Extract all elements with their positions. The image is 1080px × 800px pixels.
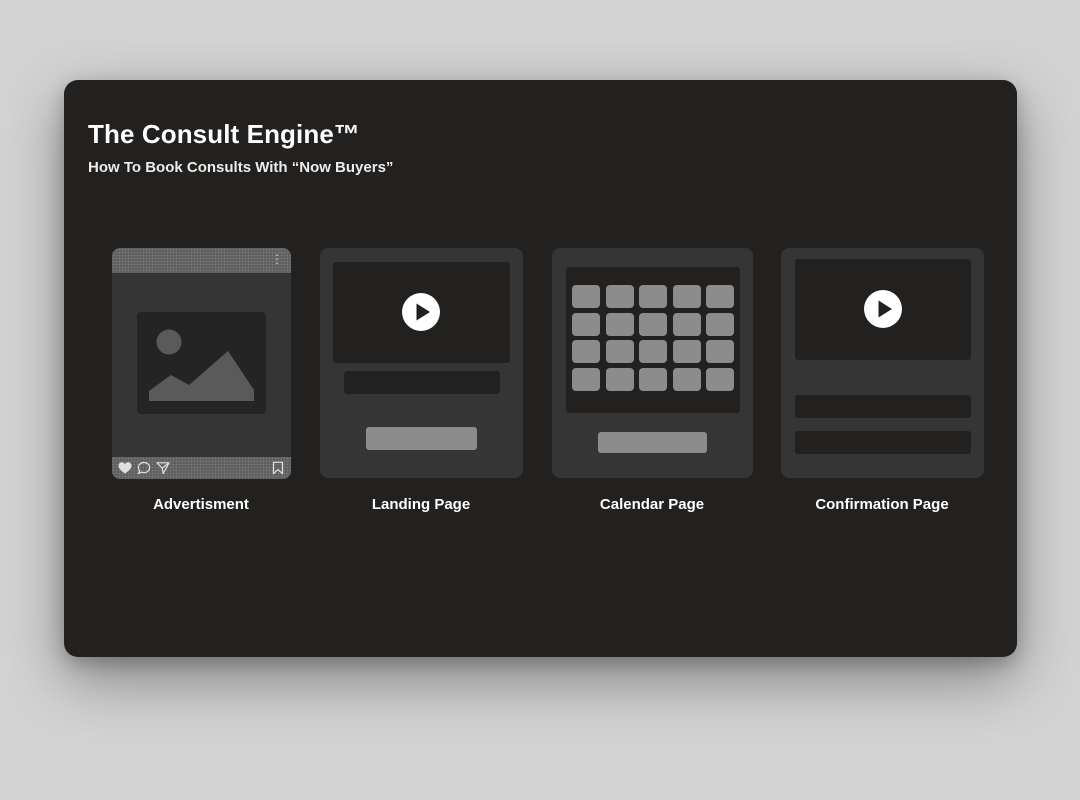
- image-placeholder-graphic: [149, 329, 254, 401]
- calendar-day: [672, 285, 701, 308]
- text-line-placeholder: [795, 431, 971, 454]
- calendar-day: [672, 340, 701, 363]
- calendar-day: [605, 340, 634, 363]
- calendar-day: [706, 367, 734, 391]
- page-subtitle: How To Book Consults With “Now Buyers”: [88, 159, 394, 176]
- engine-card: The Consult Engine™ How To Book Consults…: [64, 80, 1017, 657]
- comment-icon: [137, 461, 151, 475]
- cta-button-placeholder: [366, 427, 477, 450]
- calendar-day: [572, 312, 600, 336]
- step-label-advertisment: Advertisment: [153, 496, 249, 513]
- post-actions-bar: [112, 457, 291, 479]
- play-icon: [864, 290, 902, 328]
- post-header-bar: ⋮: [112, 248, 291, 273]
- calendar-day: [605, 312, 634, 336]
- more-options-icon: ⋮: [271, 252, 283, 266]
- calendar-day: [706, 340, 734, 363]
- advertisment-tile: ⋮: [112, 248, 291, 479]
- calendar-day: [672, 312, 701, 336]
- calendar-day: [605, 367, 634, 391]
- bookmark-icon: [272, 461, 284, 475]
- step-label-confirmation-page: Confirmation Page: [815, 496, 949, 513]
- landing-page-tile: [320, 248, 523, 478]
- calendar-day: [706, 312, 734, 336]
- calendar-day: [572, 340, 600, 363]
- calendar-day: [605, 285, 634, 308]
- calendar-day: [572, 285, 600, 308]
- video-placeholder: [795, 259, 971, 360]
- confirmation-page-tile: [781, 248, 984, 478]
- book-button-placeholder: [598, 432, 707, 453]
- heart-icon: [118, 462, 132, 474]
- play-icon: [402, 293, 440, 331]
- play-triangle: [878, 300, 892, 318]
- calendar-day: [639, 367, 667, 391]
- video-placeholder: [333, 262, 510, 363]
- step-label-calendar-page: Calendar Page: [599, 496, 705, 513]
- page-title: The Consult Engine™: [88, 119, 361, 149]
- calendar-day: [706, 285, 734, 308]
- calendar-page-tile: [552, 248, 753, 478]
- calendar-day: [639, 285, 667, 308]
- play-triangle: [416, 303, 430, 321]
- share-icon: [156, 462, 170, 475]
- calendar-day: [639, 340, 667, 363]
- calendar-day: [672, 367, 701, 391]
- step-label-landing-page: Landing Page: [371, 496, 471, 513]
- calendar-day: [572, 367, 600, 391]
- text-line-placeholder: [795, 395, 971, 418]
- headline-placeholder: [344, 371, 500, 394]
- calendar-day: [639, 312, 667, 336]
- calendar-grid: [566, 267, 740, 413]
- image-placeholder-icon: [137, 312, 266, 414]
